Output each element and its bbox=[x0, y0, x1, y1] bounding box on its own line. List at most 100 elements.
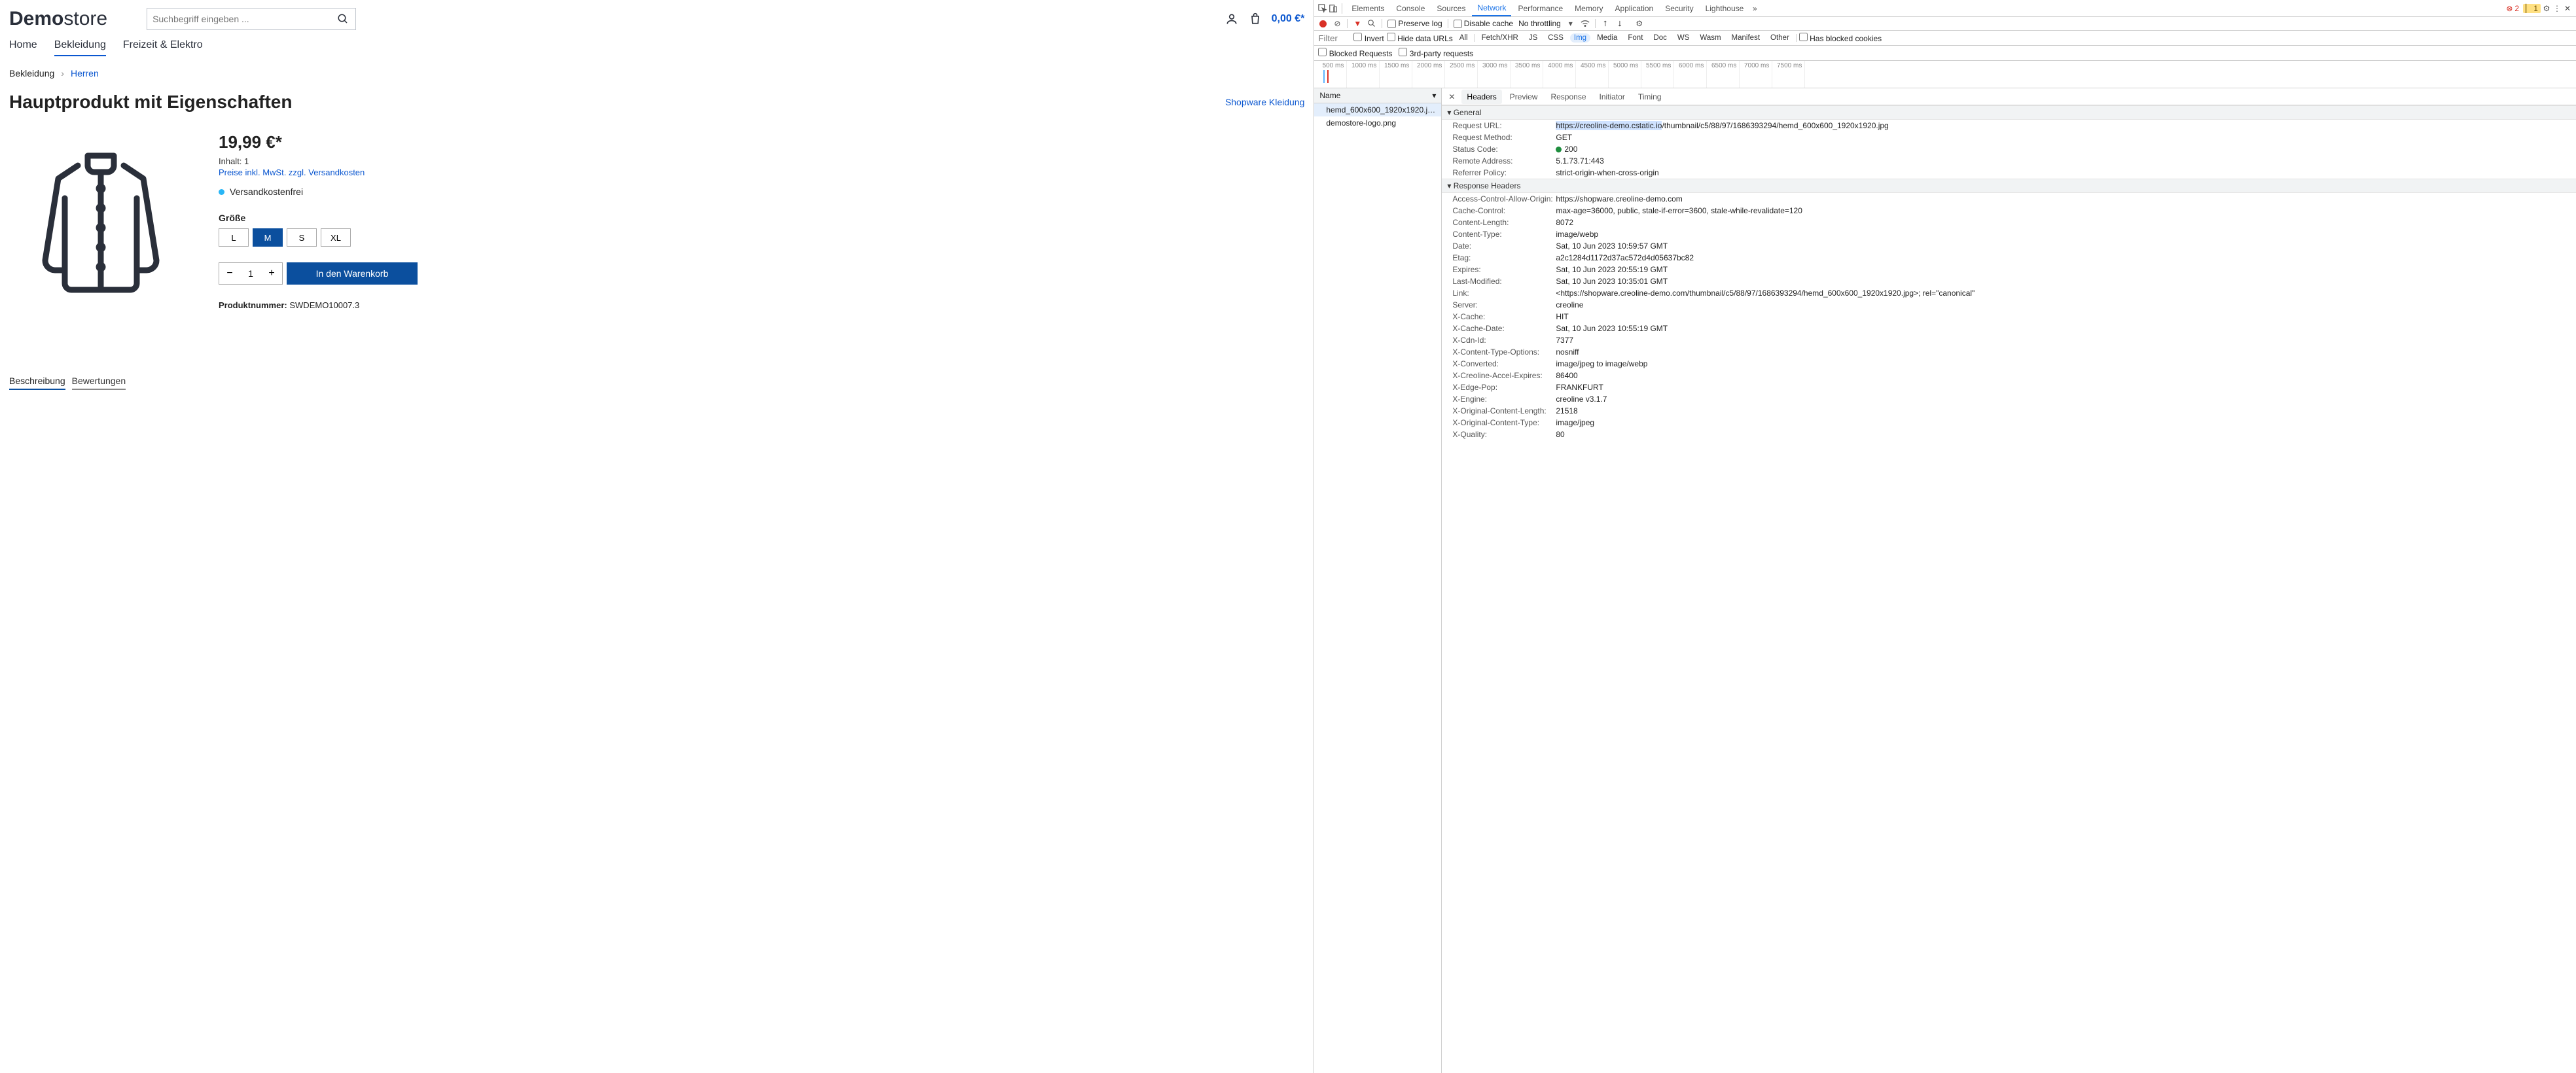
tab-application[interactable]: Application bbox=[1610, 1, 1659, 16]
chip-js[interactable]: JS bbox=[1525, 33, 1541, 43]
breadcrumb-sub[interactable]: Herren bbox=[71, 68, 99, 79]
record-icon[interactable] bbox=[1318, 19, 1327, 28]
nav-clothing[interactable]: Bekleidung bbox=[54, 39, 106, 56]
close-detail-icon[interactable]: ✕ bbox=[1444, 92, 1459, 101]
size-option-s[interactable]: S bbox=[287, 228, 317, 247]
size-option-m[interactable]: M bbox=[253, 228, 283, 247]
inspect-icon[interactable] bbox=[1318, 4, 1327, 13]
timeline-tick: 1500 ms bbox=[1380, 61, 1412, 88]
product-header: Hauptprodukt mit Eigenschaften Shopware … bbox=[9, 92, 1304, 113]
chip-wasm[interactable]: Wasm bbox=[1696, 33, 1725, 43]
response-header-row: Expires:Sat, 10 Jun 2023 20:55:19 GMT bbox=[1442, 264, 2576, 275]
error-badge[interactable]: ⊗2 bbox=[2503, 4, 2522, 13]
search-icon[interactable] bbox=[1367, 19, 1376, 28]
product-brand[interactable]: Shopware Kleidung bbox=[1225, 97, 1304, 107]
download-icon[interactable]: ⭣ bbox=[1615, 19, 1624, 28]
filter-icon[interactable]: ▼ bbox=[1353, 19, 1362, 28]
request-list-header[interactable]: Name ▾ bbox=[1314, 88, 1441, 103]
detail-tab-preview[interactable]: Preview bbox=[1505, 90, 1543, 104]
header-right: 0,00 €* bbox=[1225, 12, 1305, 26]
kv-status: Status Code:200 bbox=[1442, 143, 2576, 155]
request-row[interactable]: hemd_600x600_1920x1920.jpg bbox=[1314, 103, 1441, 116]
network-timeline[interactable]: 500 ms1000 ms1500 ms2000 ms2500 ms3000 m… bbox=[1314, 61, 2576, 88]
chip-media[interactable]: Media bbox=[1593, 33, 1621, 43]
settings-icon[interactable]: ⚙ bbox=[2542, 4, 2551, 13]
filter-bar-2: Blocked Requests 3rd-party requests bbox=[1314, 46, 2576, 61]
tab-elements[interactable]: Elements bbox=[1346, 1, 1389, 16]
upload-icon[interactable]: ⭡ bbox=[1601, 19, 1610, 28]
detail-tab-response[interactable]: Response bbox=[1545, 90, 1591, 104]
nav-home[interactable]: Home bbox=[9, 39, 37, 56]
response-header-row: X-Edge-Pop:FRANKFURT bbox=[1442, 381, 2576, 393]
tab-console[interactable]: Console bbox=[1391, 1, 1430, 16]
chip-img[interactable]: Img bbox=[1570, 33, 1590, 43]
account-icon[interactable] bbox=[1225, 12, 1239, 26]
kv-request-method: Request Method:GET bbox=[1442, 132, 2576, 143]
section-response-headers[interactable]: ▾ Response Headers bbox=[1442, 179, 2576, 193]
nav-leisure[interactable]: Freizeit & Elektro bbox=[123, 39, 203, 56]
section-general[interactable]: ▾ General bbox=[1442, 105, 2576, 120]
add-to-cart-button[interactable]: In den Warenkorb bbox=[287, 262, 418, 285]
tax-info-link[interactable]: Preise inkl. MwSt. zzgl. Versandkosten bbox=[219, 167, 1304, 177]
tab-lighthouse[interactable]: Lighthouse bbox=[1700, 1, 1749, 16]
quantity-row: − + In den Warenkorb bbox=[219, 262, 1304, 285]
blocked-cookies-checkbox[interactable]: Has blocked cookies bbox=[1799, 33, 1882, 43]
chip-manifest[interactable]: Manifest bbox=[1728, 33, 1764, 43]
size-option-xl[interactable]: XL bbox=[321, 228, 351, 247]
timeline-marker bbox=[1323, 70, 1325, 83]
request-row[interactable]: demostore-logo.png bbox=[1314, 116, 1441, 130]
chip-fetch[interactable]: Fetch/XHR bbox=[1478, 33, 1522, 43]
third-party-checkbox[interactable]: 3rd-party requests bbox=[1399, 48, 1473, 58]
hide-data-urls-checkbox[interactable]: Hide data URLs bbox=[1387, 33, 1453, 43]
qty-increase-button[interactable]: + bbox=[261, 263, 282, 284]
search-box[interactable] bbox=[147, 8, 356, 30]
tab-reviews[interactable]: Bewertungen bbox=[72, 376, 126, 390]
warning-badge[interactable]: ▏1 bbox=[2523, 4, 2541, 13]
detail-tab-timing[interactable]: Timing bbox=[1633, 90, 1667, 104]
tab-performance[interactable]: Performance bbox=[1512, 1, 1568, 16]
response-header-row: Link:<https://shopware.creoline-demo.com… bbox=[1442, 287, 2576, 299]
device-icon[interactable] bbox=[1329, 4, 1338, 13]
product-image[interactable] bbox=[9, 132, 192, 310]
chip-doc[interactable]: Doc bbox=[1649, 33, 1670, 43]
tab-sources[interactable]: Sources bbox=[1431, 1, 1471, 16]
invert-checkbox[interactable]: Invert bbox=[1353, 33, 1384, 43]
chip-other[interactable]: Other bbox=[1766, 33, 1793, 43]
breadcrumb-category[interactable]: Bekleidung bbox=[9, 68, 54, 79]
detail-tab-headers[interactable]: Headers bbox=[1461, 90, 1501, 104]
tab-network[interactable]: Network bbox=[1472, 1, 1511, 16]
close-icon[interactable]: ✕ bbox=[2563, 4, 2572, 13]
tab-security[interactable]: Security bbox=[1660, 1, 1698, 16]
preserve-log-checkbox[interactable]: Preserve log bbox=[1387, 19, 1442, 28]
timeline-tick: 6000 ms bbox=[1674, 61, 1707, 88]
chevron-down-icon[interactable]: ▾ bbox=[1432, 91, 1436, 100]
tab-description[interactable]: Beschreibung bbox=[9, 376, 65, 390]
chip-font[interactable]: Font bbox=[1624, 33, 1647, 43]
gear-icon[interactable]: ⚙ bbox=[1635, 19, 1644, 28]
detail-tab-initiator[interactable]: Initiator bbox=[1594, 90, 1630, 104]
tab-memory[interactable]: Memory bbox=[1569, 1, 1608, 16]
clear-icon[interactable]: ⊘ bbox=[1333, 19, 1342, 28]
more-tabs-icon[interactable]: » bbox=[1750, 4, 1759, 13]
qty-decrease-button[interactable]: − bbox=[219, 263, 240, 284]
kebab-icon[interactable]: ⋮ bbox=[2552, 4, 2562, 13]
filter-input[interactable] bbox=[1318, 33, 1351, 43]
wifi-icon[interactable] bbox=[1581, 19, 1590, 28]
search-input[interactable] bbox=[152, 14, 336, 24]
cart-icon[interactable] bbox=[1248, 12, 1262, 26]
blocked-requests-checkbox[interactable]: Blocked Requests bbox=[1318, 48, 1392, 58]
store-logo[interactable]: Demostore bbox=[9, 8, 107, 30]
cart-total[interactable]: 0,00 €* bbox=[1272, 13, 1305, 25]
chevron-down-icon[interactable]: ▾ bbox=[1566, 19, 1575, 28]
storefront-pane: Demostore 0,00 €* Home Bekleidung Freize… bbox=[0, 0, 1314, 1073]
search-icon[interactable] bbox=[336, 12, 350, 26]
response-header-row: X-Original-Content-Type:image/jpeg bbox=[1442, 417, 2576, 429]
kv-remote: Remote Address:5.1.73.71:443 bbox=[1442, 155, 2576, 167]
qty-input[interactable] bbox=[240, 268, 261, 279]
chip-ws[interactable]: WS bbox=[1673, 33, 1694, 43]
size-option-l[interactable]: L bbox=[219, 228, 249, 247]
throttling-select[interactable]: No throttling bbox=[1518, 19, 1561, 28]
chip-all[interactable]: All bbox=[1456, 33, 1472, 43]
disable-cache-checkbox[interactable]: Disable cache bbox=[1454, 19, 1513, 28]
chip-css[interactable]: CSS bbox=[1544, 33, 1567, 43]
